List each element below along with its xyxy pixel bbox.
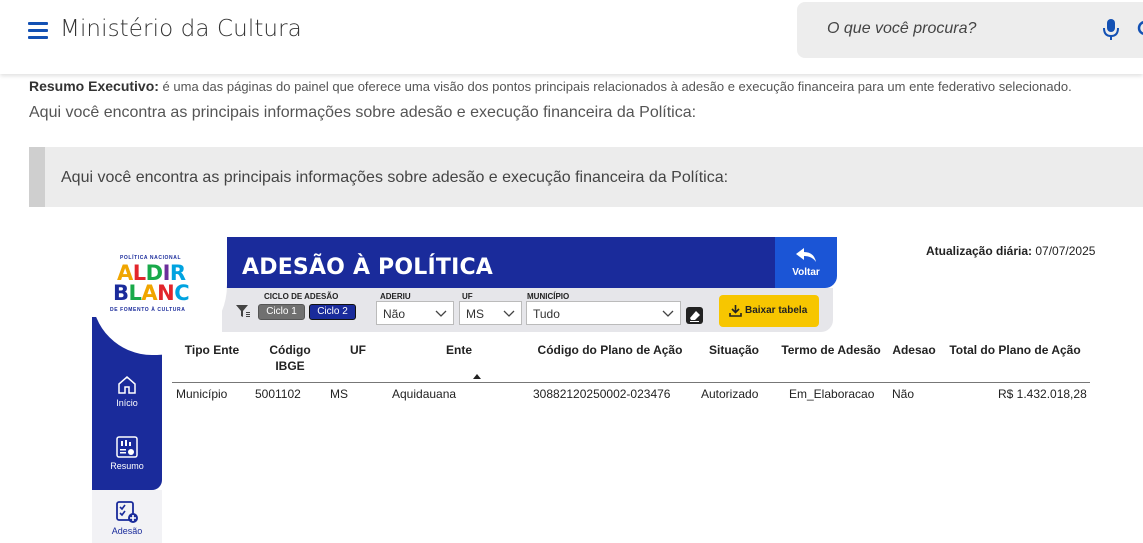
dashboard-title: ADESÃO À POLÍTICA xyxy=(242,255,494,280)
uf-dropdown[interactable]: MS xyxy=(459,301,522,325)
download-label: Baixar tabela xyxy=(745,305,808,316)
logo-container: POLÍTICA NACIONAL ALDIR BLANC DE FOMENTO… xyxy=(92,237,227,355)
table-cell: Município xyxy=(176,387,228,401)
logo-bottom-text: DE FOMENTO À CULTURA xyxy=(110,307,186,313)
header-divider xyxy=(172,382,1090,383)
undo-arrow-icon xyxy=(796,248,816,262)
municipio-filter-label: MUNICÍPIO xyxy=(527,292,570,301)
search-box xyxy=(797,2,1143,58)
intro-line2: Aqui você encontra as principais informa… xyxy=(29,104,697,121)
nav-resumo[interactable]: Resumo xyxy=(92,435,162,471)
nav-inicio[interactable]: Início xyxy=(92,374,162,408)
dashboard-chart-icon xyxy=(116,436,138,458)
microphone-icon[interactable] xyxy=(1102,19,1120,41)
column-header[interactable]: Código IBGE xyxy=(260,342,320,374)
search-input[interactable] xyxy=(827,20,1087,38)
uf-filter-label: UF xyxy=(462,292,473,301)
download-icon xyxy=(729,305,742,317)
hamburger-menu-icon[interactable] xyxy=(26,19,50,41)
column-header[interactable]: Adesao xyxy=(890,342,938,358)
aderiu-value: Não xyxy=(383,307,406,321)
chevron-down-icon xyxy=(662,310,674,317)
table-cell: Autorizado xyxy=(701,387,759,401)
back-button[interactable]: Voltar xyxy=(775,237,837,288)
update-info: Atualização diária: 07/07/2025 xyxy=(926,244,1095,258)
nav-inicio-label: Início xyxy=(116,398,138,408)
search-icon[interactable] xyxy=(1137,20,1143,40)
table-cell: Aquidauana xyxy=(392,387,457,401)
uf-value: MS xyxy=(466,307,484,321)
ciclo-1-button[interactable]: Ciclo 1 xyxy=(258,304,305,320)
column-header[interactable]: Ente xyxy=(442,342,476,358)
intro-paragraph: Resumo Executivo: é uma das páginas do p… xyxy=(29,78,1143,94)
municipio-value: Tudo xyxy=(533,307,560,321)
update-date: 07/07/2025 xyxy=(1035,244,1096,258)
nav-adesao[interactable]: Adesão xyxy=(92,490,162,543)
clear-filters-eraser-icon[interactable] xyxy=(686,307,703,324)
checklist-add-icon xyxy=(116,501,138,523)
intro-text: é uma das páginas do painel que oferece … xyxy=(158,79,1072,94)
chevron-down-icon xyxy=(503,310,515,317)
callout-text: Aqui você encontra as principais informa… xyxy=(61,169,729,186)
table-cell: Em_Elaboracao xyxy=(789,387,875,401)
column-header[interactable]: Termo de Adesão xyxy=(777,342,885,358)
update-label: Atualização diária: xyxy=(926,244,1033,258)
logo-line2: BLANC xyxy=(113,281,190,305)
nav-resumo-label: Resumo xyxy=(110,461,144,471)
sort-ascending-icon xyxy=(473,374,481,379)
back-label: Voltar xyxy=(792,267,820,278)
table-cell: Não xyxy=(892,387,915,401)
column-header[interactable]: UF xyxy=(343,342,373,358)
table-cell: 5001102 xyxy=(255,387,301,401)
nav-adesao-label: Adesão xyxy=(111,526,143,536)
aderiu-filter-label: ADERIU xyxy=(380,292,411,301)
site-title[interactable]: Ministério da Cultura xyxy=(60,16,302,42)
table-cell: R$ 1.432.018,28 xyxy=(998,387,1087,401)
table-cell: MS xyxy=(330,387,348,401)
filter-icon xyxy=(236,305,250,317)
site-header: Ministério da Cultura xyxy=(0,0,1143,74)
callout-box: Aqui você encontra as principais informa… xyxy=(29,147,1143,207)
aldir-blanc-logo: POLÍTICA NACIONAL ALDIR BLANC DE FOMENTO… xyxy=(110,255,210,319)
column-header[interactable]: Código do Plano de Ação xyxy=(532,342,688,358)
dashboard-embed: POLÍTICA NACIONAL ALDIR BLANC DE FOMENTO… xyxy=(92,237,1116,543)
table-cell: 30882120250002-023476 xyxy=(533,387,671,401)
column-header[interactable]: Tipo Ente xyxy=(183,342,241,358)
ciclo-2-button[interactable]: Ciclo 2 xyxy=(309,304,356,320)
aderiu-dropdown[interactable]: Não xyxy=(376,301,454,325)
municipio-dropdown[interactable]: Tudo xyxy=(526,301,681,325)
column-header[interactable]: Total do Plano de Ação xyxy=(944,342,1086,358)
ciclo-filter-label: CICLO DE ADESÃO xyxy=(264,292,339,301)
chevron-down-icon xyxy=(435,310,447,317)
column-header[interactable]: Situação xyxy=(704,342,764,358)
intro-bold-label: Resumo Executivo: xyxy=(29,78,159,94)
download-table-button[interactable]: Baixar tabela xyxy=(719,295,819,327)
home-icon xyxy=(118,376,136,394)
